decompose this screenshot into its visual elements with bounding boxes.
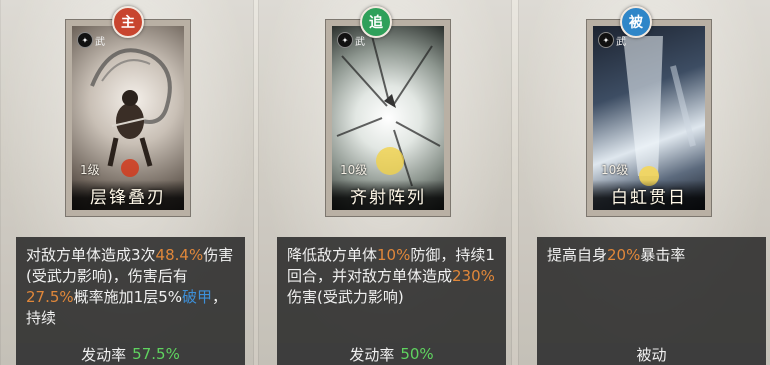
skill-level: 10级 xyxy=(601,163,629,177)
skill-card-1[interactable]: ✦ 武 1级 层锋叠刃 xyxy=(65,19,191,217)
trigger-rate-label: 发动率 xyxy=(349,345,395,364)
trigger-rate-bar-1: 发动率 57.5% xyxy=(16,343,245,365)
skill-description-2: 降低敌方单体10%防御，持续1回合，并对敌方单体造成230%伤害(受武力影响) xyxy=(277,237,506,343)
skill-type-badge-passive: 被 xyxy=(620,6,652,38)
element-tag: ✦ 武 xyxy=(598,32,626,48)
desc-text-segment: 对敌方单体造成3次 xyxy=(26,246,156,264)
trigger-rate-value: 50% xyxy=(400,345,434,363)
desc-text-segment: 暴击率 xyxy=(640,246,686,264)
element-tag: ✦ 武 xyxy=(337,32,365,48)
desc-text-segment: 提高自身 xyxy=(547,246,608,264)
skill-description-3: 提高自身20%暴击率 xyxy=(537,237,766,343)
skill-name: 齐射阵列 xyxy=(350,187,426,208)
wu-icon: ✦ xyxy=(598,32,614,48)
element-tag-label: 武 xyxy=(355,36,365,48)
skill-description-1: 对敌方单体造成3次48.4%伤害(受武力影响)，伤害后有27.5%概率施加1层5… xyxy=(16,237,245,343)
skill-type-badge-main: 主 xyxy=(112,6,144,38)
desc-text-segment: 降低敌方单体 xyxy=(287,246,378,264)
desc-text-segment: 破甲 xyxy=(182,288,213,306)
desc-text-segment: 48.4% xyxy=(155,246,204,264)
trigger-rate-label: 被动 xyxy=(636,345,667,364)
skill-name-bar: 白虹贯日 xyxy=(593,180,705,210)
trigger-rate-label: 发动率 xyxy=(81,345,127,364)
wu-icon: ✦ xyxy=(337,32,353,48)
skill-type-badge-followup: 追 xyxy=(360,6,392,38)
desc-text-segment: 伤害(受武力影响) xyxy=(287,288,404,306)
skill-card-2[interactable]: ✦ 武 10级 齐射阵列 xyxy=(325,19,451,217)
skill-name-bar: 齐射阵列 xyxy=(332,180,444,210)
wu-icon: ✦ xyxy=(77,32,93,48)
skill-name: 层锋叠刃 xyxy=(90,187,166,208)
element-tag-label: 武 xyxy=(95,36,105,48)
skill-level: 10级 xyxy=(340,163,368,177)
desc-text-segment: 230% xyxy=(452,267,495,285)
desc-text-segment: 27.5% xyxy=(26,288,74,306)
desc-text-segment: 20% xyxy=(607,246,641,264)
skill-card-3[interactable]: ✦ 武 10级 白虹贯日 xyxy=(586,19,712,217)
trigger-rate-bar-2: 发动率 50% xyxy=(277,343,506,365)
trigger-rate-bar-3: 被动 xyxy=(537,343,766,365)
desc-text-segment: 10% xyxy=(377,246,411,264)
element-tag: ✦ 武 xyxy=(77,32,105,48)
skill-name: 白虹贯日 xyxy=(611,187,687,208)
element-tag-label: 武 xyxy=(616,36,626,48)
skill-level: 1级 xyxy=(80,163,100,177)
desc-text-segment: 概率施加1层5% xyxy=(73,288,182,306)
trigger-rate-value: 57.5% xyxy=(132,345,180,363)
skill-name-bar: 层锋叠刃 xyxy=(72,180,184,210)
